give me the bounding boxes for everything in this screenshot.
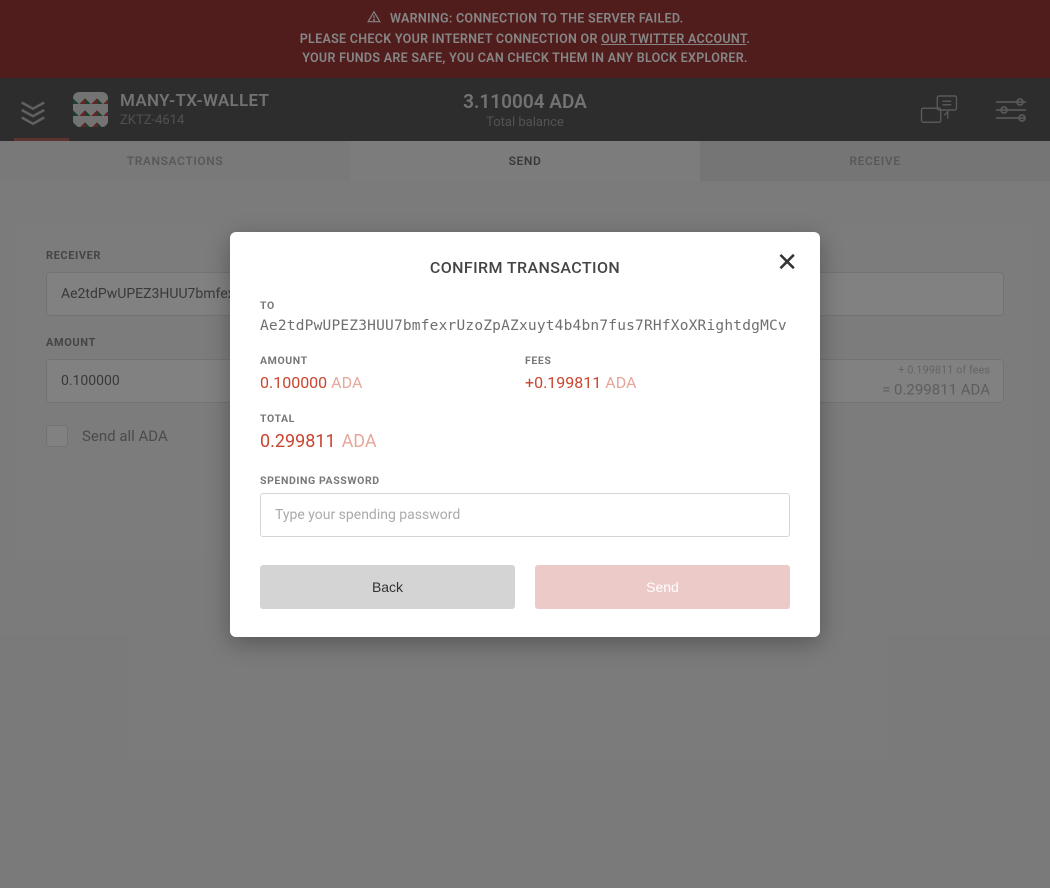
back-button[interactable]: Back — [260, 565, 515, 609]
modal-total-value: 0.299811ADA — [260, 431, 790, 452]
to-label: TO — [260, 299, 790, 312]
close-icon[interactable]: ✕ — [776, 250, 798, 276]
modal-total-label: TOTAL — [260, 412, 790, 425]
spending-password-input[interactable] — [260, 493, 790, 537]
modal-amount-label: AMOUNT — [260, 354, 525, 367]
spending-password-label: SPENDING PASSWORD — [260, 474, 790, 487]
modal-title: CONFIRM TRANSACTION — [260, 258, 790, 277]
modal-amount-value: 0.100000ADA — [260, 373, 525, 392]
send-button[interactable]: Send — [535, 565, 790, 609]
to-address: Ae2tdPwUPEZ3HUU7bmfexrUzoZpAZxuyt4b4bn7f… — [260, 318, 790, 334]
confirm-transaction-modal: CONFIRM TRANSACTION ✕ TO Ae2tdPwUPEZ3HUU… — [230, 232, 820, 637]
modal-overlay[interactable]: CONFIRM TRANSACTION ✕ TO Ae2tdPwUPEZ3HUU… — [0, 0, 1050, 888]
modal-fees-label: FEES — [525, 354, 790, 367]
modal-fees-value: +0.199811ADA — [525, 373, 790, 392]
